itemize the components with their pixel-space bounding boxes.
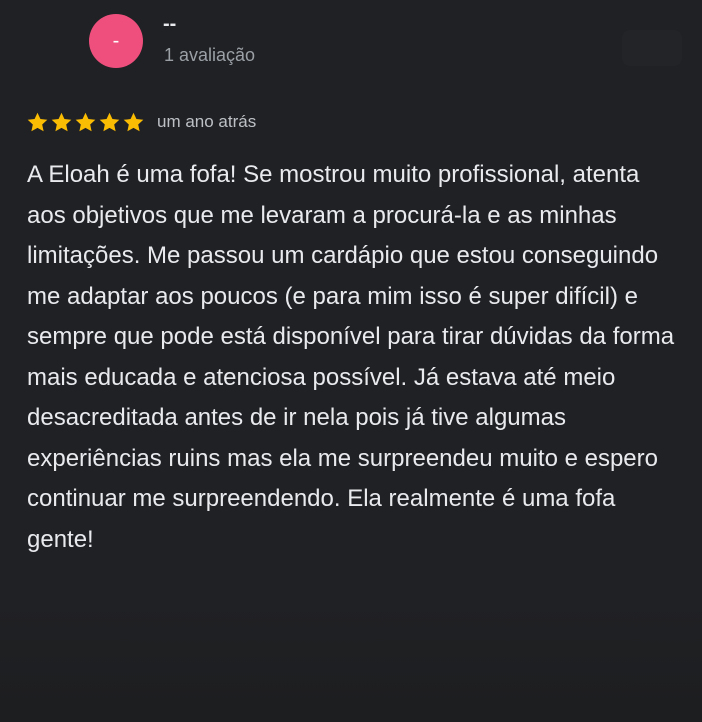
reviewer-header: - -- 1 avaliação (0, 0, 702, 90)
star-rating (26, 111, 145, 134)
rating-row: um ano atrás (26, 108, 256, 136)
star-icon (26, 111, 49, 134)
star-icon (98, 111, 121, 134)
star-icon (122, 111, 145, 134)
review-text: A Eloah é uma fofa! Se mostrou muito pro… (27, 161, 675, 553)
bottom-fade (0, 602, 702, 722)
star-icon (74, 111, 97, 134)
reviewer-name[interactable]: -- (163, 12, 176, 36)
star-icon (50, 111, 73, 134)
review-count: 1 avaliação (164, 45, 256, 65)
avatar-letter: - (112, 30, 120, 52)
more-options-button[interactable] (622, 30, 682, 66)
review-card: - -- 1 avaliação um ano atrás A Eloah é … (0, 0, 702, 722)
review-time: um ano atrás (157, 112, 257, 131)
avatar[interactable]: - (89, 14, 143, 68)
